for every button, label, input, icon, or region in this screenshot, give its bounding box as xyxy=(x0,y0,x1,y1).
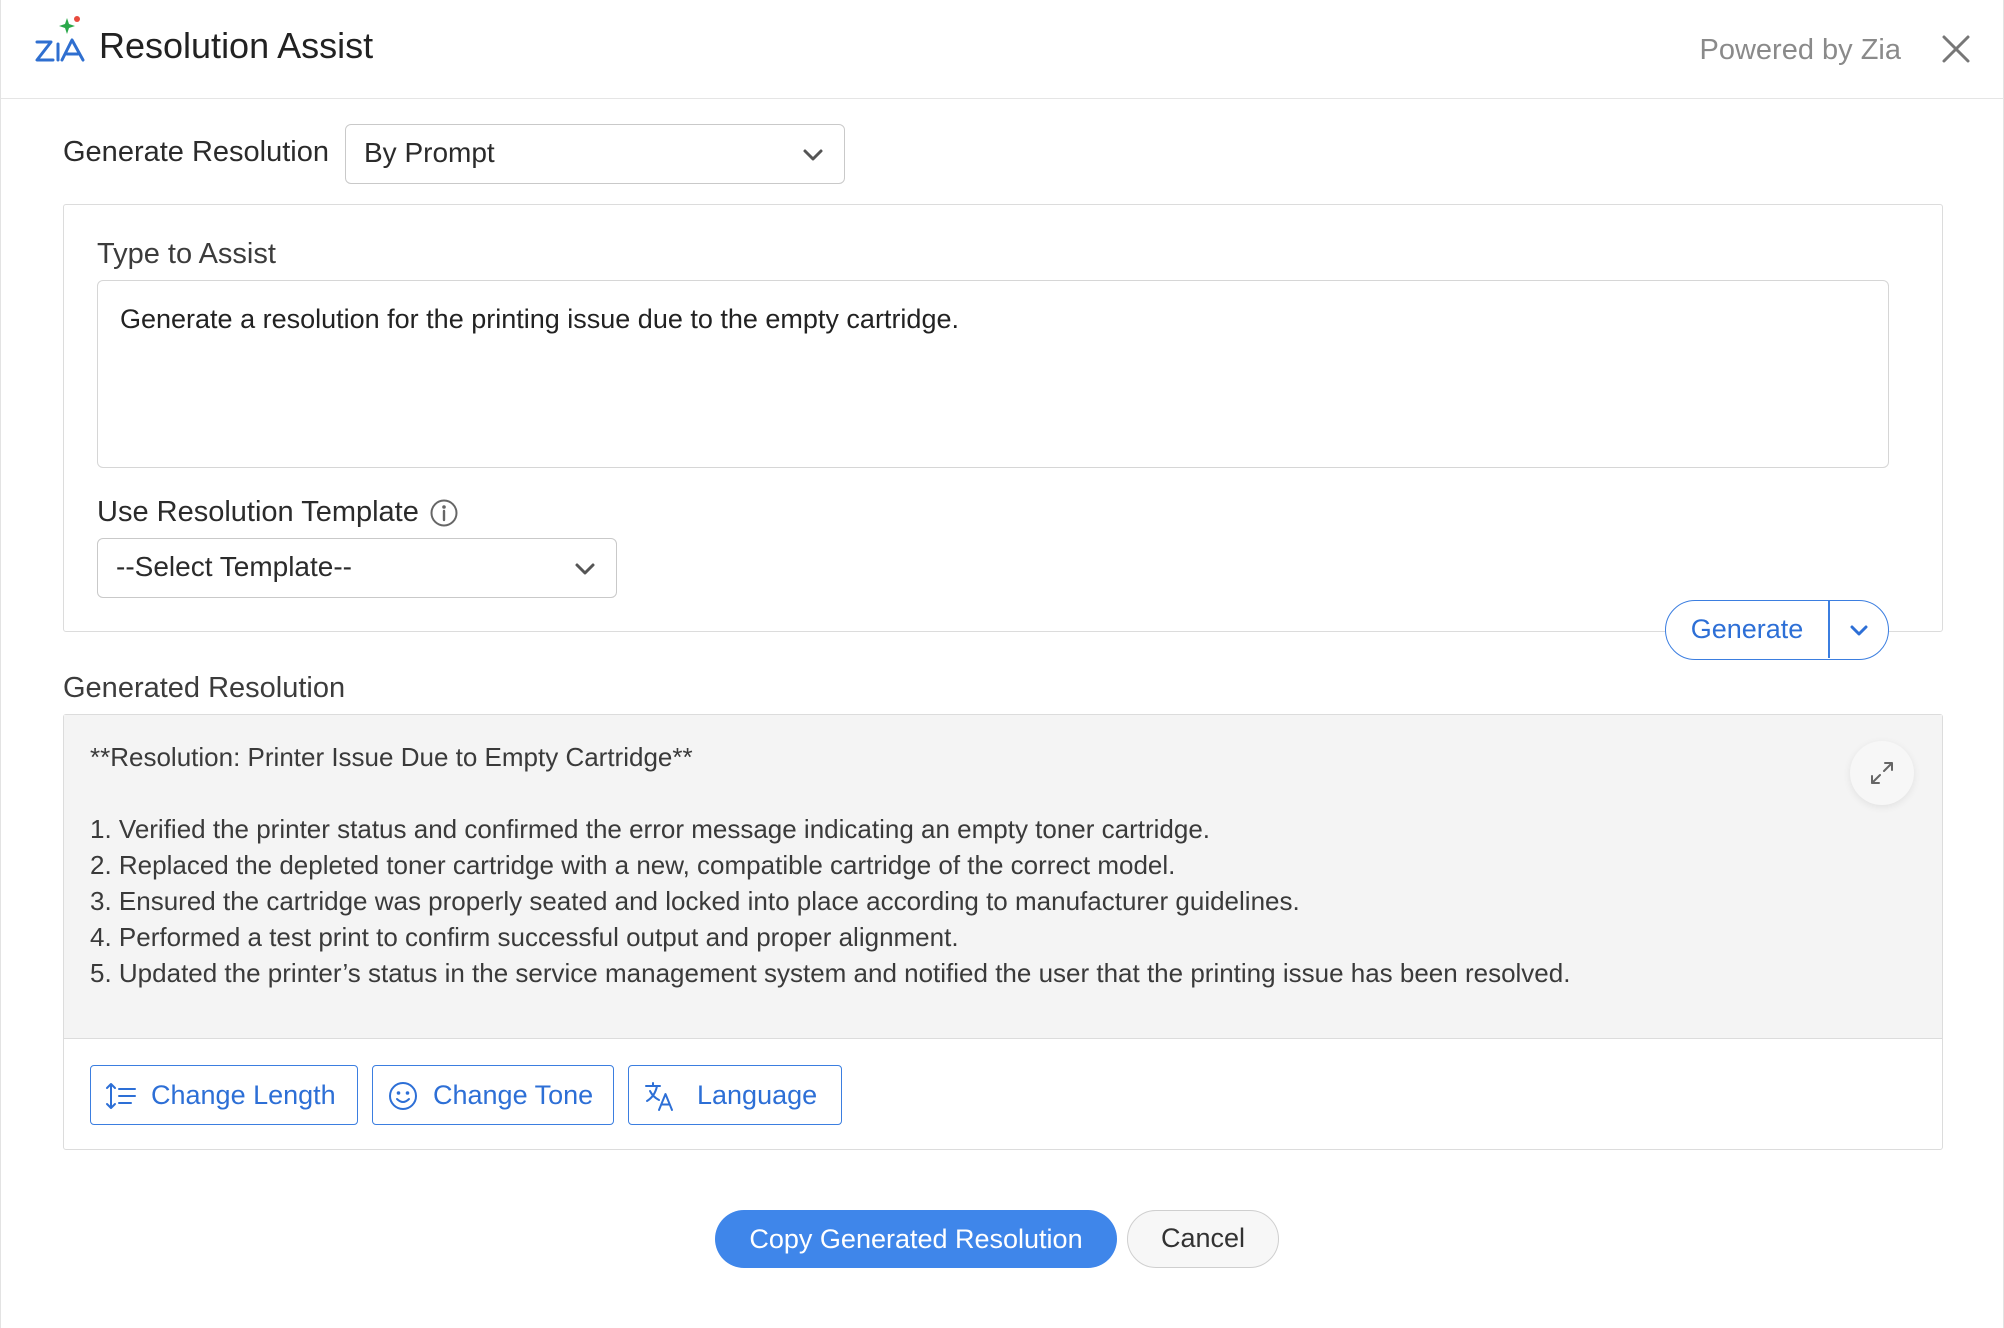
chevron-down-icon xyxy=(1850,625,1868,636)
generated-resolution-text: **Resolution: Printer Issue Due to Empty… xyxy=(90,739,1850,991)
info-icon[interactable] xyxy=(429,498,459,528)
change-length-label: Change Length xyxy=(151,1080,336,1110)
translate-icon xyxy=(645,1082,673,1111)
change-tone-label: Change Tone xyxy=(433,1080,594,1110)
dialog-header: Resolution Assist Powered by Zia xyxy=(1,0,2004,99)
copy-generated-resolution-button[interactable]: Copy Generated Resolution xyxy=(715,1210,1117,1268)
generated-resolution-panel: **Resolution: Printer Issue Due to Empty… xyxy=(63,714,1943,1150)
generate-split-button: Generate xyxy=(1665,600,1889,660)
resolution-assist-dialog: Resolution Assist Powered by Zia Generat… xyxy=(0,0,2004,1328)
dialog-title: Resolution Assist xyxy=(99,25,374,66)
generate-mode-value: By Prompt xyxy=(364,137,495,168)
language-label: Language xyxy=(697,1080,818,1110)
cancel-button[interactable]: Cancel xyxy=(1127,1210,1279,1268)
resolution-step: 3. Ensured the cartridge was properly se… xyxy=(90,886,1300,916)
resolution-step: 5. Updated the printer’s status in the s… xyxy=(90,958,1571,988)
prompt-textarea[interactable]: Generate a resolution for the printing i… xyxy=(97,280,1889,468)
generate-resolution-label: Generate Resolution xyxy=(63,136,329,168)
template-select[interactable]: --Select Template-- xyxy=(97,538,617,598)
powered-by-label: Powered by Zia xyxy=(1699,34,1902,66)
template-select-value: --Select Template-- xyxy=(116,551,353,582)
expand-button[interactable] xyxy=(1850,741,1914,805)
type-to-assist-label: Type to Assist xyxy=(97,238,276,270)
change-tone-button[interactable]: Change Tone xyxy=(372,1065,614,1125)
close-icon[interactable] xyxy=(1937,30,1975,68)
chevron-down-icon xyxy=(575,563,595,575)
generate-button[interactable]: Generate xyxy=(1666,601,1828,658)
resolution-step: 4. Performed a test print to confirm suc… xyxy=(90,922,959,952)
expand-icon xyxy=(1871,762,1893,784)
resolution-step: 1. Verified the printer status and confi… xyxy=(90,814,1211,844)
generated-resolution-content: **Resolution: Printer Issue Due to Empty… xyxy=(64,715,1942,1039)
zia-logo-icon xyxy=(35,16,85,62)
generate-mode-select[interactable]: By Prompt xyxy=(345,124,845,184)
smiley-icon xyxy=(389,1082,417,1110)
chevron-down-icon xyxy=(803,149,823,161)
generate-options-button[interactable] xyxy=(1830,601,1888,658)
resolution-template-label: Use Resolution Template xyxy=(97,496,419,528)
resolution-heading: **Resolution: Printer Issue Due to Empty… xyxy=(90,742,693,772)
text-length-icon xyxy=(106,1083,136,1109)
language-button[interactable]: Language xyxy=(628,1065,842,1125)
generated-resolution-label: Generated Resolution xyxy=(63,672,346,704)
change-length-button[interactable]: Change Length xyxy=(90,1065,358,1125)
resolution-step: 2. Replaced the depleted toner cartridge… xyxy=(90,850,1176,880)
